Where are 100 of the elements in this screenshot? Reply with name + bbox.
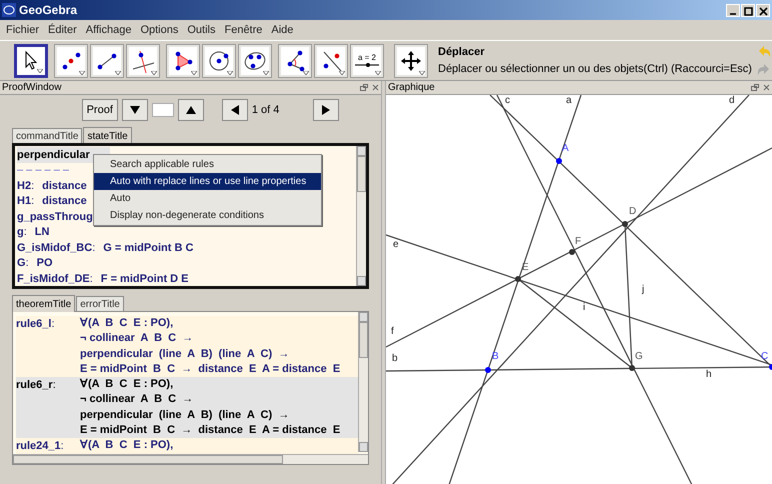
theorem-line: E = midPoint B C → distance E A = distance E [80,423,340,438]
theorem-entry[interactable]: rule6_l: ∀(A B C E : PO), ¬ collinear A B C → perpendicular (line A B) (line A C) → E = midPoint B C → distance E A = distance E [16,316,358,378]
page-indicator: 1 of 4 [252,102,280,118]
triangle-arrow-icon [128,104,141,116]
tool-button[interactable] [314,44,348,78]
line-label: f [391,326,394,337]
dropdown-icon [227,70,233,74]
theorem-name: rule6_r: [16,378,57,394]
circle-tool-icon [205,46,233,74]
app-icon [2,3,16,17]
theorem-line: ∀(A B C E : PO), [80,316,174,331]
line-label: b [392,353,398,364]
point[interactable] [769,364,772,370]
angle-tool-icon [281,46,309,74]
menu-item[interactable]: Affichage [86,22,132,38]
line-label: i [583,302,586,313]
tool-description: Déplacer ou sélectionner un ou des objets(Ctrl) (Raccourci=Esc) [438,62,753,76]
context-menu-item[interactable]: Auto with replace lines or use line properties [94,173,321,190]
tool-button[interactable] [278,44,312,78]
vertical-scrollbar[interactable] [358,312,368,452]
dropdown-icon [37,68,43,72]
theorem-line: ∀(A B C E : PO), [80,438,174,454]
dropdown-icon [263,70,269,74]
step-up-button[interactable] [178,99,204,121]
tool-button[interactable] [126,44,160,78]
dropdown-icon [79,70,85,74]
tool-button[interactable]: a = 2 [350,44,384,78]
theorem-line: E = midPoint B C → distance E A = distance E [80,362,340,377]
state-label: g: [17,225,27,240]
conic-tool-icon [241,46,269,74]
step-down-button[interactable] [122,99,148,121]
tool-button[interactable] [238,44,272,78]
window-title: GeoGebra [19,2,78,19]
line-label: e [393,239,399,250]
line-label: c [505,95,510,106]
tool-name: Déplacer [438,45,486,60]
state-row[interactable]: G_isMidof_BC: G = midPoint B C [17,240,354,256]
point-label: C [761,351,768,362]
tab[interactable]: errorTitle [76,296,124,311]
menu-item[interactable]: Fichier [6,22,40,38]
menu-item[interactable]: Aide [271,22,294,38]
triangle-arrow-icon [320,104,332,116]
state-row[interactable]: G: PO [17,256,354,271]
next-button[interactable] [313,99,340,121]
state-label: G: [17,256,29,271]
state-label: H2: [17,178,34,194]
proof-button[interactable]: Proof [82,99,118,121]
point-label: D [629,206,636,217]
tab[interactable]: stateTitle [83,127,132,144]
tool-button[interactable] [394,44,428,78]
point[interactable] [556,158,562,164]
undock-icon[interactable] [751,84,759,91]
panel-title: ProofWindow [2,82,62,92]
dropdown-icon [339,70,345,74]
triangle-arrow-icon [228,104,241,116]
state-value: distance [42,178,87,194]
point[interactable] [569,249,575,255]
state-label: G_isMidof_BC: [17,240,96,256]
dropdown-icon [191,70,197,74]
menu-item[interactable]: Outils [187,22,216,38]
tool-button[interactable] [14,44,48,78]
point[interactable] [515,276,521,282]
horizontal-scrollbar[interactable] [13,454,368,464]
theorem-line: ∀(A B C E : PO), [80,377,174,392]
undock-icon[interactable] [360,84,368,91]
state-row[interactable]: g: LN [17,224,354,240]
tool-button[interactable] [90,44,124,78]
theorem-name: rule6_l: [16,317,56,332]
point[interactable] [622,221,628,227]
minimize-icon[interactable] [726,4,740,16]
perpendicular-tool-icon [129,46,157,74]
theorem-line: ¬ collinear A B C → [80,392,194,408]
tool-button[interactable] [166,44,200,78]
dropdown-icon [419,70,425,74]
vertical-scrollbar[interactable] [356,146,366,286]
slider-tool-label: a = 2 [358,54,376,62]
theorem-entry[interactable]: rule24_1: ∀(A B C E : PO), [16,438,358,454]
dropdown-icon [303,70,309,74]
step-slider-field[interactable] [152,103,174,117]
theorem-entry[interactable]: rule6_r: ∀(A B C E : PO), ¬ collinear A B C → perpendicular (line A B) (line A C) → E = midPoint B C → distance E A = distance E [16,377,358,438]
tool-button[interactable] [54,44,88,78]
menu-item[interactable]: Options [140,22,178,38]
polygon-tool-icon [169,46,197,74]
state-row[interactable]: F_isMidof_DE: F = midPoint D E [17,271,354,286]
tab[interactable]: theoremTitle [12,295,76,312]
line-label: j [642,284,644,295]
tool-button[interactable] [202,44,236,78]
menu-item[interactable]: Fenêtre [224,22,262,38]
point[interactable] [485,367,491,373]
point[interactable] [629,365,635,371]
state-value: distance [42,194,87,209]
theorem-line: ¬ collinear A B C → [80,331,194,346]
context-menu-item[interactable]: Display non-degenerate conditions [94,207,321,224]
theorem-line: perpendicular (line A B) (line A C) → [80,408,290,423]
menu-item[interactable]: Éditer [48,22,77,38]
context-menu-item[interactable]: Auto [94,190,321,207]
tab[interactable]: commandTitle [12,128,82,143]
line-label: d [729,95,735,106]
maximize-icon[interactable] [741,4,755,16]
previous-button[interactable] [222,99,248,121]
